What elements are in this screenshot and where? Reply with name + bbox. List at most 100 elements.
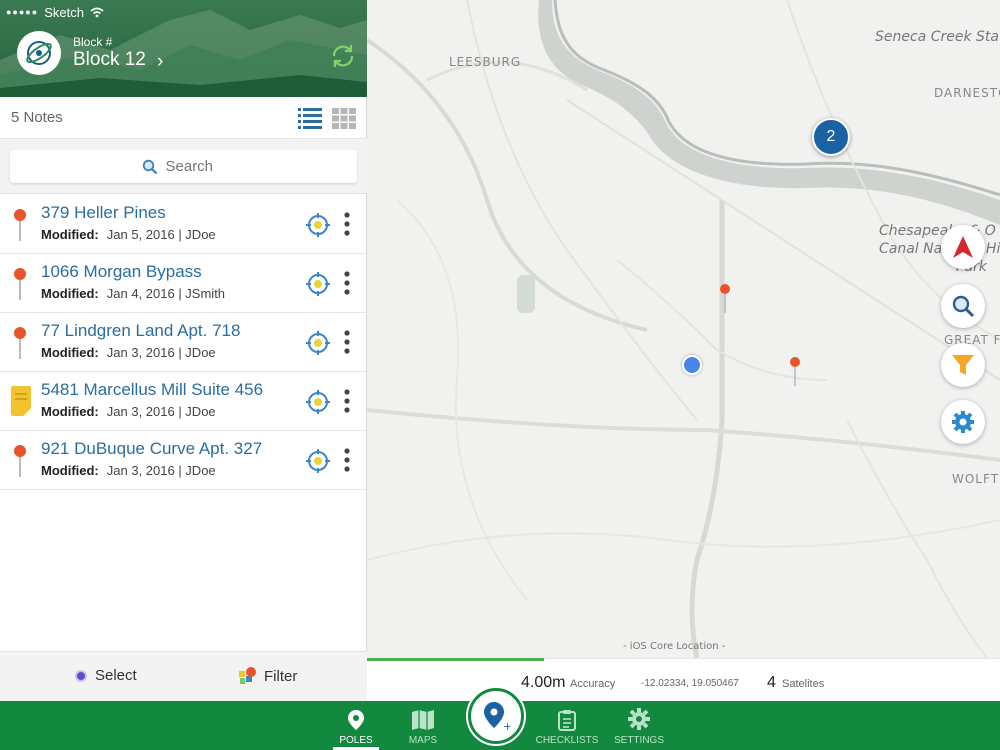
chevron-right-icon[interactable]: › <box>157 51 163 73</box>
map-label-darnestown: DARNESTO <box>934 86 1000 100</box>
note-item[interactable]: 379 Heller Pines Modified: Jan 5, 2016 | … <box>0 195 367 254</box>
more-options-icon[interactable] <box>340 211 354 237</box>
note-item[interactable]: 921 DuBuque Curve Apt. 327 Modified: Jan … <box>0 431 367 490</box>
search-icon <box>142 159 157 174</box>
map-base <box>367 0 1000 658</box>
carrier-name: Sketch <box>44 4 84 20</box>
tab-checklists[interactable]: CHECKLISTS <box>536 701 598 750</box>
location-pin-icon <box>348 710 364 730</box>
gear-icon <box>952 411 974 433</box>
navigation-arrow-icon <box>953 236 973 258</box>
note-title[interactable]: 5481 Marcellus Mill Suite 456 <box>41 380 263 400</box>
note-title[interactable]: 921 DuBuque Curve Apt. 327 <box>41 439 262 459</box>
more-options-icon[interactable] <box>340 329 354 355</box>
select-dot-icon <box>75 669 87 682</box>
tab-poles-label: POLES <box>339 735 373 746</box>
map-label-leesburg: LEESBURG <box>449 55 522 69</box>
filter-button[interactable]: Filter <box>238 666 297 686</box>
globe-logo-icon <box>26 41 52 65</box>
map-settings-button[interactable] <box>941 400 985 444</box>
gear-icon <box>628 708 650 730</box>
map-search-button[interactable] <box>941 284 985 328</box>
map-pin-icon[interactable] <box>719 283 731 313</box>
locate-icon[interactable] <box>306 272 330 296</box>
add-pole-button[interactable]: + <box>468 688 524 744</box>
modified-label: Modified: <box>41 463 99 478</box>
note-meta: Modified: Jan 5, 2016 | JDoe <box>41 227 216 242</box>
modified-label: Modified: <box>41 404 99 419</box>
locate-icon[interactable] <box>306 449 330 473</box>
accuracy-progress <box>367 658 545 661</box>
modified-value: Jan 3, 2016 | JDoe <box>106 404 216 419</box>
block-title[interactable]: Block 12 <box>73 49 146 71</box>
red-pin-icon <box>14 268 26 300</box>
modified-value: Jan 3, 2016 | JDoe <box>106 345 216 360</box>
wifi-icon <box>90 7 104 17</box>
map-label-chesapeake-line3: Park <box>879 258 1000 276</box>
note-meta: Modified: Jan 4, 2016 | JSmith <box>41 286 225 301</box>
sync-icon[interactable] <box>330 43 356 69</box>
notes-count: 5 Notes <box>11 109 63 126</box>
sticky-note-icon <box>11 386 31 416</box>
red-pin-icon <box>14 445 26 477</box>
more-options-icon[interactable] <box>340 447 354 473</box>
accuracy-bar: 4.00m Accuracy -12.02334, 19.050467 4 Sa… <box>367 658 1000 701</box>
notes-panel: ●●●●● Sketch Block # Block 12 › 5 Notes … <box>0 0 367 701</box>
coordinates: -12.02334, 19.050467 <box>641 678 739 689</box>
select-button[interactable]: Select <box>75 667 137 684</box>
core-location-label: - iOS Core Location - <box>623 641 726 652</box>
modified-value: Jan 3, 2016 | JDoe <box>106 463 216 478</box>
status-bar: ●●●●● Sketch <box>6 4 361 20</box>
filter-icon <box>239 667 256 684</box>
modified-label: Modified: <box>41 227 99 242</box>
search-area <box>0 139 367 194</box>
svg-text:+: + <box>503 720 510 732</box>
note-meta: Modified: Jan 3, 2016 | JDoe <box>41 345 216 360</box>
note-title[interactable]: 1066 Morgan Bypass <box>41 262 202 282</box>
map-view[interactable]: LEESBURG Seneca Creek Sta DARNESTO Chesa… <box>367 0 1000 658</box>
modified-label: Modified: <box>41 286 99 301</box>
grid-view-icon[interactable] <box>332 107 356 129</box>
search-box[interactable] <box>10 150 357 183</box>
add-location-icon: + <box>484 702 510 732</box>
accuracy-value: 4.00m <box>521 674 566 691</box>
more-options-icon[interactable] <box>340 388 354 414</box>
note-meta: Modified: Jan 3, 2016 | JDoe <box>41 463 216 478</box>
app-logo <box>17 31 61 75</box>
map-pin-icon[interactable] <box>789 356 801 386</box>
locate-icon[interactable] <box>306 213 330 237</box>
tab-poles[interactable]: POLES <box>333 701 379 750</box>
modified-value: Jan 5, 2016 | JDoe <box>106 227 216 242</box>
user-location-dot <box>682 355 702 375</box>
clipboard-icon <box>558 710 576 731</box>
locate-icon[interactable] <box>306 331 330 355</box>
tab-maps[interactable]: MAPS <box>403 701 443 750</box>
note-item[interactable]: 77 Lindgren Land Apt. 718 Modified: Jan 3… <box>0 313 367 372</box>
more-options-icon[interactable] <box>340 270 354 296</box>
cluster-marker[interactable]: 2 <box>812 118 850 156</box>
filter-label: Filter <box>264 667 298 685</box>
search-icon <box>952 295 975 318</box>
map-icon <box>412 710 434 730</box>
search-input[interactable] <box>165 158 226 175</box>
satellites-count: 4 <box>767 674 776 691</box>
funnel-icon <box>952 355 974 375</box>
red-pin-icon <box>14 327 26 359</box>
note-title[interactable]: 77 Lindgren Land Apt. 718 <box>41 321 240 341</box>
map-label-seneca: Seneca Creek Sta <box>875 29 999 45</box>
note-item[interactable]: 1066 Morgan Bypass Modified: Jan 4, 2016 … <box>0 254 367 313</box>
note-meta: Modified: Jan 3, 2016 | JDoe <box>41 404 216 419</box>
tab-settings[interactable]: SETTINGS <box>612 701 666 750</box>
modified-value: Jan 4, 2016 | JSmith <box>106 286 226 301</box>
notes-footer: Select Filter <box>0 651 367 701</box>
locate-icon[interactable] <box>306 390 330 414</box>
block-label: Block # <box>73 35 113 49</box>
map-label-wolf: WOLFT <box>952 472 1000 486</box>
note-title[interactable]: 379 Heller Pines <box>41 203 166 223</box>
compass-button[interactable] <box>941 225 985 269</box>
satellites-label: Satelites <box>782 678 825 690</box>
select-label: Select <box>95 667 137 684</box>
note-item[interactable]: 5481 Marcellus Mill Suite 456 Modified: J… <box>0 372 367 431</box>
map-filter-button[interactable] <box>941 343 985 387</box>
list-view-icon[interactable] <box>298 107 322 129</box>
